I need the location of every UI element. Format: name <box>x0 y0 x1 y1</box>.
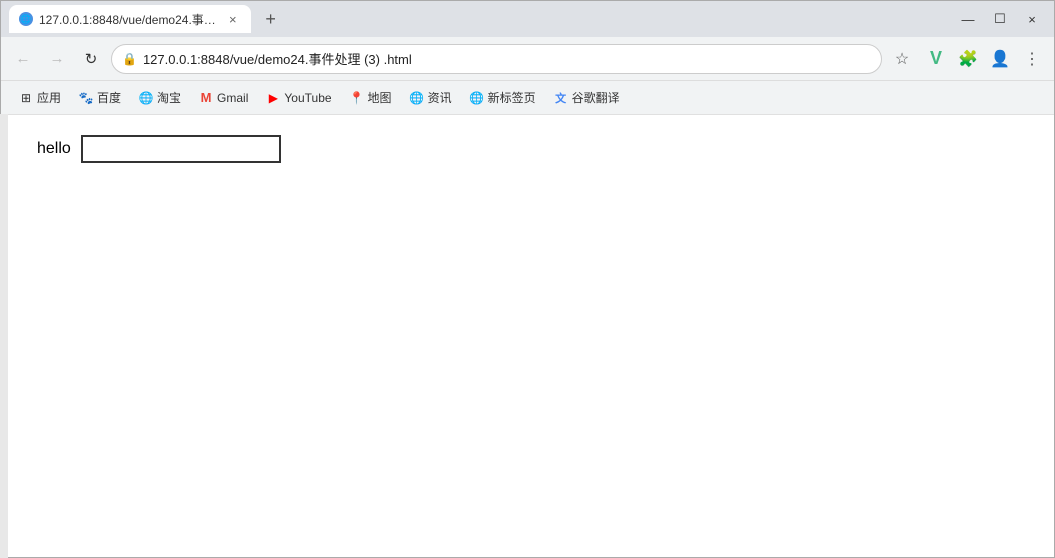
scrollbar-track[interactable] <box>0 114 8 558</box>
vue-extension-icon[interactable]: V <box>922 45 950 73</box>
bookmark-maps-label: 地图 <box>368 89 392 106</box>
bookmark-apps-label: 应用 <box>37 89 61 106</box>
bookmark-baidu-label: 百度 <box>97 89 121 106</box>
tab-favicon: 🌐 <box>19 12 33 26</box>
star-icon: ☆ <box>895 49 909 69</box>
gmail-icon: M <box>199 91 213 105</box>
baidu-icon: 🐾 <box>79 91 93 105</box>
forward-button[interactable]: → <box>43 45 71 73</box>
bookmark-youtube[interactable]: ▶ YouTube <box>258 87 339 109</box>
avatar-icon: 👤 <box>990 49 1010 69</box>
refresh-button[interactable]: ↻ <box>77 45 105 73</box>
bookmark-translate[interactable]: 文 谷歌翻译 <box>546 85 628 110</box>
menu-button[interactable]: ⋮ <box>1018 45 1046 73</box>
bookmark-apps[interactable]: ⊞ 应用 <box>11 85 69 110</box>
browser-tab[interactable]: 🌐 127.0.0.1:8848/vue/demo24.事件处理 (3) .ht… <box>9 5 251 33</box>
bookmark-news-label: 资讯 <box>428 89 452 106</box>
close-button[interactable]: × <box>1018 9 1046 29</box>
bookmark-newtab[interactable]: 🌐 新标签页 <box>462 85 544 110</box>
bookmark-star-button[interactable]: ☆ <box>888 45 916 73</box>
taobao-icon: 🌐 <box>139 91 153 105</box>
window-controls: — ☐ × <box>954 9 1046 29</box>
bookmark-gmail-label: Gmail <box>217 91 248 105</box>
hello-label: hello <box>37 135 71 163</box>
minimize-button[interactable]: — <box>954 9 982 29</box>
back-icon: ← <box>16 50 31 67</box>
bookmark-maps[interactable]: 📍 地图 <box>342 85 400 110</box>
page-content: hello <box>1 115 1054 557</box>
titlebar-left: 🌐 127.0.0.1:8848/vue/demo24.事件处理 (3) .ht… <box>9 5 948 33</box>
browser-window: 🌐 127.0.0.1:8848/vue/demo24.事件处理 (3) .ht… <box>0 0 1055 558</box>
menu-icon: ⋮ <box>1024 49 1040 69</box>
tab-close-button[interactable]: × <box>225 10 241 29</box>
back-button[interactable]: ← <box>9 45 37 73</box>
news-icon: 🌐 <box>410 91 424 105</box>
bookmark-taobao-label: 淘宝 <box>157 89 181 106</box>
bookmark-gmail[interactable]: M Gmail <box>191 87 256 109</box>
titlebar: 🌐 127.0.0.1:8848/vue/demo24.事件处理 (3) .ht… <box>1 1 1054 37</box>
puzzle-extension-icon[interactable]: 🧩 <box>954 45 982 73</box>
avatar-button[interactable]: 👤 <box>986 45 1014 73</box>
forward-icon: → <box>50 50 65 67</box>
refresh-icon: ↻ <box>85 50 98 68</box>
lock-icon: 🔒 <box>122 52 137 66</box>
newtab-icon: 🌐 <box>470 91 484 105</box>
new-tab-button[interactable]: + <box>257 5 285 33</box>
text-input[interactable] <box>81 135 281 163</box>
bookmark-news[interactable]: 🌐 资讯 <box>402 85 460 110</box>
extension-icons: V 🧩 👤 ⋮ <box>922 45 1046 73</box>
translate-icon: 文 <box>554 91 568 105</box>
bookmarks-bar: ⊞ 应用 🐾 百度 🌐 淘宝 M Gmail ▶ YouTube 📍 地图 🌐 … <box>1 81 1054 115</box>
maximize-button[interactable]: ☐ <box>986 9 1014 29</box>
bookmark-baidu[interactable]: 🐾 百度 <box>71 85 129 110</box>
puzzle-icon: 🧩 <box>958 49 978 69</box>
address-text: 127.0.0.1:8848/vue/demo24.事件处理 (3) .html <box>143 49 871 68</box>
navbar: ← → ↻ 🔒 127.0.0.1:8848/vue/demo24.事件处理 (… <box>1 37 1054 81</box>
youtube-icon: ▶ <box>266 91 280 105</box>
tab-title: 127.0.0.1:8848/vue/demo24.事件处理 (3) .html <box>39 11 219 28</box>
maps-icon: 📍 <box>350 91 364 105</box>
bookmark-newtab-label: 新标签页 <box>488 89 536 106</box>
bookmark-translate-label: 谷歌翻译 <box>572 89 620 106</box>
apps-icon: ⊞ <box>19 91 33 105</box>
bookmark-taobao[interactable]: 🌐 淘宝 <box>131 85 189 110</box>
address-bar[interactable]: 🔒 127.0.0.1:8848/vue/demo24.事件处理 (3) .ht… <box>111 44 882 74</box>
bookmark-youtube-label: YouTube <box>284 91 331 105</box>
